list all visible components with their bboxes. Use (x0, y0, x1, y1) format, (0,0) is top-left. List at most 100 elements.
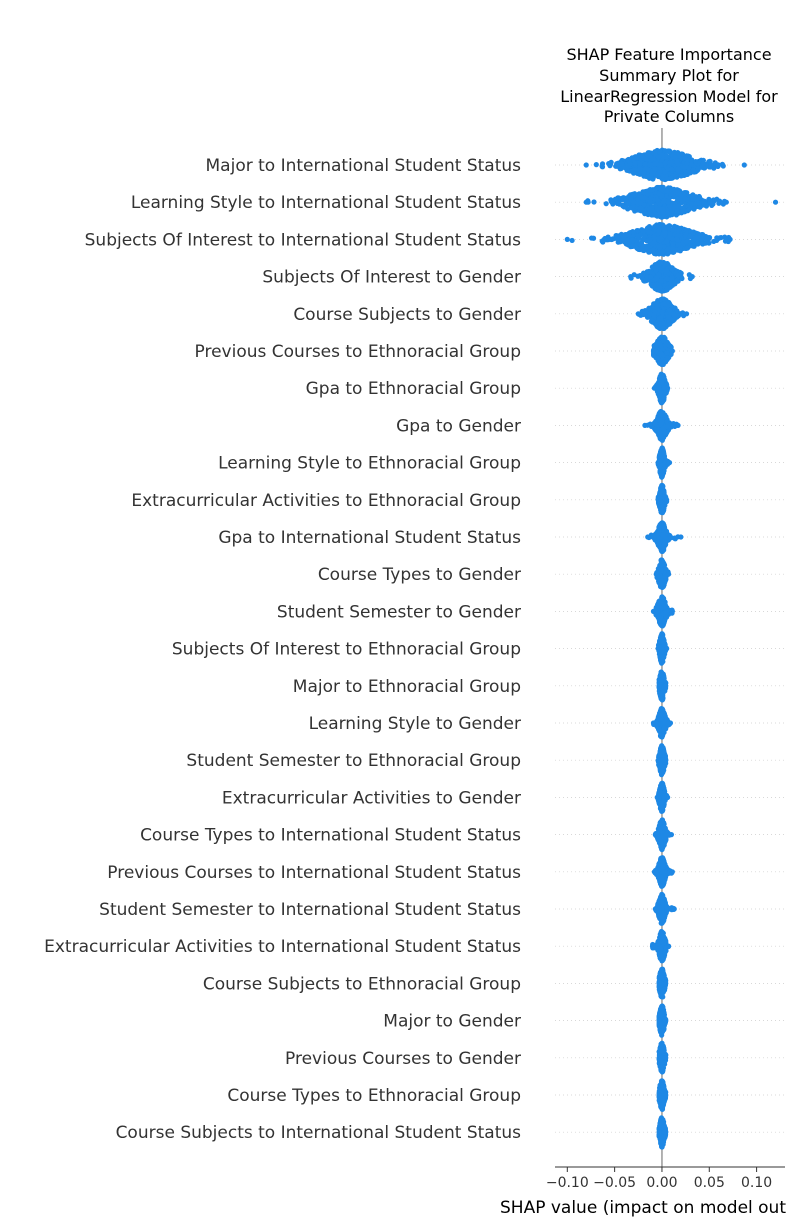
feature-points (655, 743, 669, 778)
shap-point (719, 161, 725, 167)
shap-point (661, 542, 667, 548)
shap-point (661, 725, 668, 731)
feature-points (656, 669, 669, 703)
shap-point (616, 195, 622, 201)
shap-point (700, 160, 706, 166)
shap-point (704, 236, 710, 242)
chart-title-line-3: LinearRegression Model for (560, 87, 778, 106)
shap-point (647, 198, 653, 205)
shap-point (652, 166, 658, 172)
shap-outlier-point (772, 199, 779, 205)
shap-point (658, 420, 664, 426)
shap-point (741, 162, 747, 168)
feature-points (653, 557, 672, 591)
shap-point (655, 460, 661, 466)
shap-point (654, 287, 660, 293)
shap-point (675, 196, 681, 202)
shap-point (714, 237, 720, 244)
shap-point (669, 266, 675, 272)
shap-point (668, 166, 675, 172)
shap-point (650, 534, 657, 541)
shap-point (671, 313, 678, 319)
feature-points (635, 296, 690, 332)
feature-points (650, 334, 675, 368)
shap-point (701, 200, 707, 206)
shap-point (662, 169, 668, 175)
shap-point (678, 534, 684, 540)
shap-point (661, 301, 668, 307)
shap-point (642, 195, 648, 201)
shap-point (657, 243, 664, 249)
shap-point (588, 235, 595, 241)
shap-point (601, 236, 608, 242)
shap-point (664, 276, 670, 282)
shap-point (666, 148, 673, 154)
shap-point (684, 245, 690, 251)
shap-point (629, 205, 635, 211)
shap-point (649, 212, 655, 218)
shap-point (670, 421, 677, 427)
shap-point (660, 248, 666, 255)
shap-point (659, 635, 665, 641)
shap-point (615, 200, 621, 206)
shap-point (654, 305, 660, 311)
shap-point (650, 608, 657, 615)
shap-point (664, 423, 670, 430)
shap-point (650, 720, 657, 726)
shap-point (663, 339, 669, 345)
shap-point (658, 669, 664, 675)
shap-point (671, 149, 678, 155)
shap-point (632, 160, 638, 166)
shap-point (630, 243, 636, 249)
shap-point (658, 695, 664, 702)
shap-point (652, 149, 658, 155)
shap-point (690, 243, 696, 249)
shap-point (716, 198, 723, 204)
shap-point (686, 206, 692, 212)
shap-point (659, 532, 666, 538)
shap-point (667, 231, 673, 237)
shap-point (664, 239, 670, 245)
shap-point (670, 241, 676, 247)
shap-point (650, 247, 656, 253)
shap-point (625, 156, 632, 163)
shap-point (656, 228, 662, 234)
shap-point (599, 164, 606, 170)
shap-point (656, 683, 662, 689)
shap-point (659, 361, 665, 368)
shap-point (625, 163, 631, 169)
shap-point (603, 201, 609, 207)
shap-point (642, 161, 649, 167)
shap-point (637, 161, 643, 167)
shap-point (665, 285, 671, 291)
shap-point (654, 356, 661, 362)
shap-point (614, 161, 620, 167)
shap-point (648, 205, 655, 211)
feature-points (655, 482, 670, 516)
shap-point (665, 385, 671, 391)
shap-point (658, 451, 664, 457)
feature-points (564, 221, 733, 257)
shap-point (707, 199, 713, 205)
shap-point (674, 208, 680, 214)
shap-point (591, 199, 597, 205)
shap-point (659, 508, 665, 515)
shap-point (661, 653, 667, 660)
shap-point (723, 199, 729, 205)
shap-point (654, 262, 660, 268)
shap-point (683, 231, 689, 238)
shap-point (619, 161, 625, 167)
shap-point (673, 236, 680, 242)
shap-point (635, 311, 641, 317)
chart-title-line-1: SHAP Feature Importance (566, 45, 771, 64)
shap-point (689, 274, 695, 280)
shap-point (722, 238, 729, 244)
shap-point (660, 259, 667, 266)
shap-point (646, 229, 652, 235)
shap-point (607, 163, 613, 169)
shap-point (679, 151, 685, 157)
shap-point (583, 199, 589, 205)
shap-point (648, 318, 655, 324)
shap-point (666, 460, 673, 466)
shap-point (660, 199, 667, 205)
